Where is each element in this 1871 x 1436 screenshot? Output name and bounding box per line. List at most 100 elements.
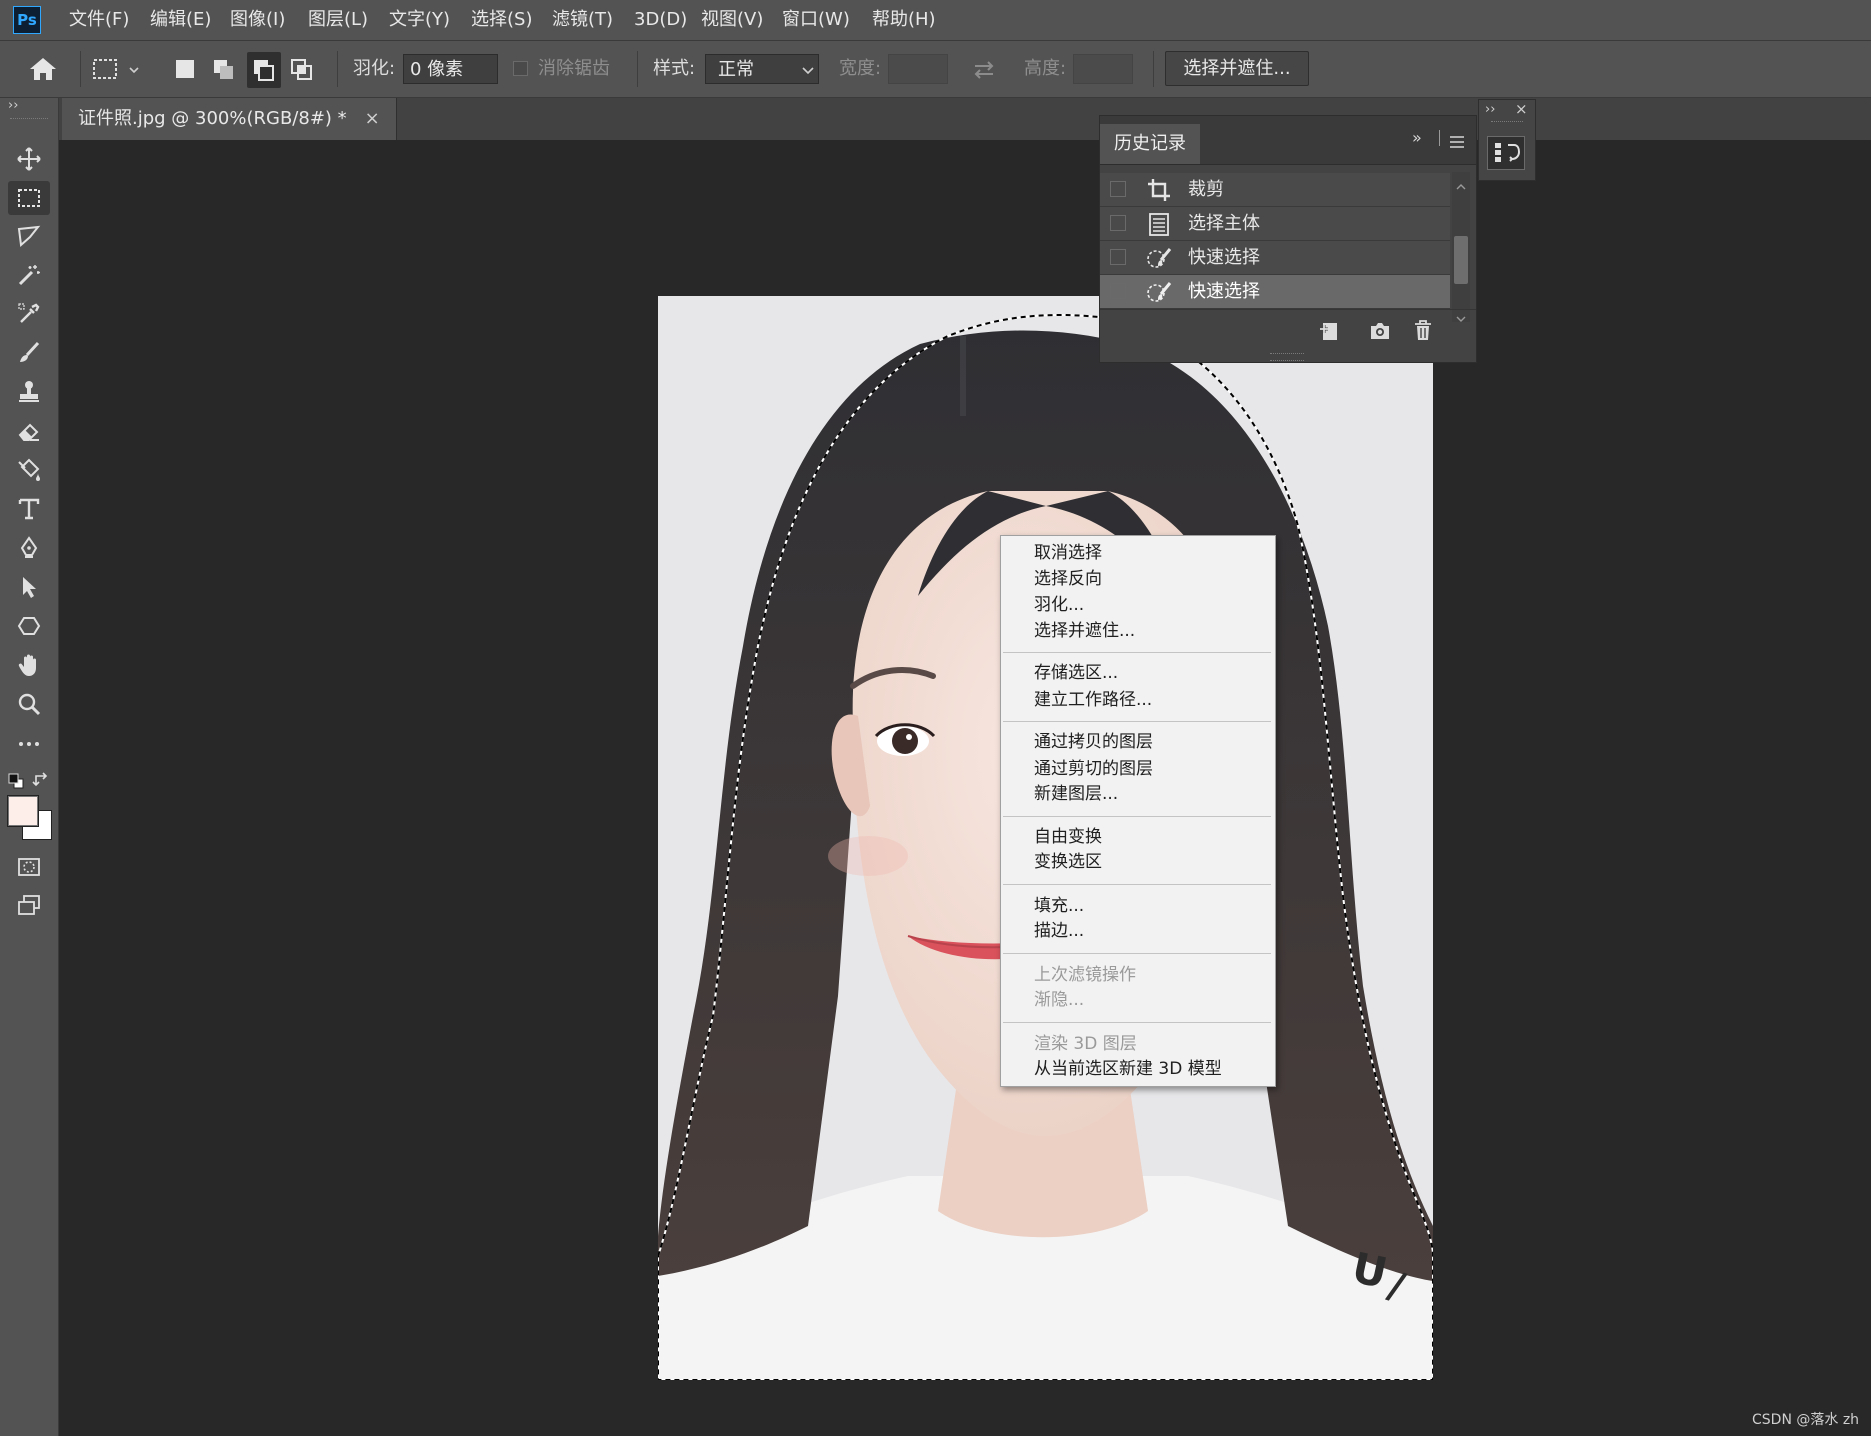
antialias-label: 消除锯齿: [538, 58, 610, 79]
close-panel-icon[interactable]: ×: [1515, 100, 1528, 118]
crop-icon: [1145, 176, 1173, 204]
marquee-preset-picker[interactable]: [92, 57, 140, 83]
brush-tool-icon[interactable]: [8, 336, 50, 370]
menu-window[interactable]: 窗口(W): [782, 0, 850, 40]
paint-bucket-tool-icon[interactable]: [8, 453, 50, 487]
eraser-tool-icon[interactable]: [8, 414, 50, 448]
style-select-value: 正常: [718, 59, 754, 80]
width-input[interactable]: [888, 54, 948, 84]
history-snapshot-checkbox[interactable]: [1110, 215, 1126, 231]
zoom-tool-icon[interactable]: [8, 687, 50, 721]
magic-wand-tool-icon[interactable]: [8, 258, 50, 292]
history-state-label: 快速选择: [1188, 247, 1260, 268]
menu-item-select-inverse[interactable]: 选择反向: [1034, 566, 1102, 592]
menu-view[interactable]: 视图(V): [701, 0, 763, 40]
history-snapshot-checkbox[interactable]: [1110, 283, 1126, 299]
toolbar-grip[interactable]: [10, 118, 48, 121]
menu-file[interactable]: 文件(F): [69, 0, 129, 40]
history-state-row[interactable]: 快速选择: [1100, 241, 1450, 275]
eyedropper-tool-icon[interactable]: [8, 297, 50, 331]
swap-dimensions-icon[interactable]: [970, 56, 998, 84]
menu-item-layer-via-copy[interactable]: 通过拷贝的图层: [1034, 729, 1153, 755]
select-and-mask-button[interactable]: 选择并遮住...: [1165, 51, 1309, 86]
history-snapshot-checkbox[interactable]: [1110, 181, 1126, 197]
history-panel: 历史记录 » 裁剪 选择主体 快速选择 快速选择: [1099, 115, 1477, 363]
menu-select[interactable]: 选择(S): [471, 0, 532, 40]
menu-item-free-transform[interactable]: 自由变换: [1034, 824, 1102, 850]
menu-item-new-3d-model[interactable]: 从当前选区新建 3D 模型: [1034, 1056, 1222, 1082]
clone-stamp-tool-icon[interactable]: [8, 375, 50, 409]
menu-filter[interactable]: 滤镜(T): [552, 0, 613, 40]
header-divider: [1439, 130, 1440, 146]
menu-edit[interactable]: 编辑(E): [150, 0, 211, 40]
foreground-color-swatch[interactable]: [7, 795, 39, 827]
menu-item-deselect[interactable]: 取消选择: [1034, 540, 1102, 566]
screen-mode-icon[interactable]: [8, 888, 50, 922]
photoshop-logo-icon[interactable]: Ps: [13, 6, 41, 34]
menu-type[interactable]: 文字(Y): [389, 0, 450, 40]
style-select[interactable]: 正常: [705, 54, 819, 84]
menu-divider: [1003, 816, 1271, 817]
type-tool-icon[interactable]: [8, 492, 50, 526]
scroll-up-icon[interactable]: [1456, 175, 1466, 190]
default-colors-icon[interactable]: [8, 773, 24, 789]
document-tab-title: 证件照.jpg @ 300%(RGB/8#) *: [78, 108, 347, 129]
history-panel-icon[interactable]: [1487, 136, 1525, 170]
menu-item-save-selection[interactable]: 存储选区...: [1034, 660, 1118, 686]
quick-selection-icon: [1145, 278, 1173, 306]
more-tools-icon[interactable]: [8, 727, 50, 761]
move-tool-icon[interactable]: [8, 142, 50, 176]
chevron-down-icon: [802, 67, 814, 75]
dock-grip[interactable]: [1491, 121, 1523, 124]
intersect-selection-icon[interactable]: [290, 58, 314, 82]
menu-divider: [1003, 953, 1271, 954]
history-snapshot-checkbox[interactable]: [1110, 249, 1126, 265]
menu-item-stroke[interactable]: 描边...: [1034, 918, 1084, 944]
antialias-checkbox[interactable]: [513, 61, 528, 76]
history-state-row[interactable]: 选择主体: [1100, 207, 1450, 241]
menu-item-transform-selection[interactable]: 变换选区: [1034, 849, 1102, 875]
camera-snapshot-icon[interactable]: [1368, 320, 1392, 342]
history-state-row-selected[interactable]: 快速选择: [1100, 275, 1450, 309]
add-to-selection-icon[interactable]: [212, 58, 236, 82]
new-document-from-state-icon[interactable]: [1318, 319, 1342, 343]
home-icon[interactable]: [26, 54, 60, 84]
menu-item-layer-via-cut[interactable]: 通过剪切的图层: [1034, 756, 1153, 782]
height-input[interactable]: [1073, 54, 1133, 84]
collapse-arrows-icon[interactable]: »: [1412, 128, 1422, 147]
trash-icon[interactable]: [1413, 319, 1433, 341]
history-state-label: 快速选择: [1188, 281, 1260, 302]
menu-item-make-work-path[interactable]: 建立工作路径...: [1034, 687, 1152, 713]
feather-input[interactable]: 0 像素: [403, 54, 498, 84]
quick-selection-icon: [1145, 244, 1173, 272]
menu-item-select-and-mask[interactable]: 选择并遮住...: [1034, 618, 1135, 644]
close-tab-icon[interactable]: ×: [365, 98, 380, 140]
menu-image[interactable]: 图像(I): [230, 0, 285, 40]
menu-item-feather[interactable]: 羽化...: [1034, 592, 1084, 618]
path-selection-tool-icon[interactable]: [8, 570, 50, 604]
history-panel-tab[interactable]: 历史记录: [1100, 124, 1200, 164]
new-selection-icon[interactable]: [176, 60, 194, 78]
swap-colors-icon[interactable]: [32, 771, 50, 789]
document-tab[interactable]: 证件照.jpg @ 300%(RGB/8#) * ×: [62, 98, 397, 140]
menu-layer[interactable]: 图层(L): [308, 0, 368, 40]
menu-help[interactable]: 帮助(H): [872, 0, 936, 40]
quick-mask-icon[interactable]: [8, 850, 50, 884]
menu-3d[interactable]: 3D(D): [634, 0, 687, 40]
menu-item-new-layer[interactable]: 新建图层...: [1034, 781, 1118, 807]
rectangular-marquee-tool-icon[interactable]: [8, 181, 50, 215]
lasso-tool-icon[interactable]: [8, 219, 50, 253]
collapse-panel-icon[interactable]: ››: [8, 98, 18, 113]
menu-divider: [1003, 1022, 1271, 1023]
hand-tool-icon[interactable]: [8, 648, 50, 682]
expand-panels-icon[interactable]: ››: [1485, 102, 1495, 117]
shape-tool-icon[interactable]: [8, 609, 50, 643]
history-scrollbar-thumb[interactable]: [1454, 236, 1468, 284]
menu-item-fill[interactable]: 填充...: [1034, 893, 1084, 919]
pen-tool-icon[interactable]: [8, 531, 50, 565]
panel-resize-grip[interactable]: [1270, 353, 1304, 361]
history-state-row[interactable]: 裁剪: [1100, 173, 1450, 207]
subtract-from-selection-icon[interactable]: [247, 52, 281, 88]
panel-menu-icon[interactable]: [1450, 132, 1464, 148]
context-menu: 取消选择 选择反向 羽化... 选择并遮住... 存储选区... 建立工作路径.…: [1000, 535, 1276, 1087]
